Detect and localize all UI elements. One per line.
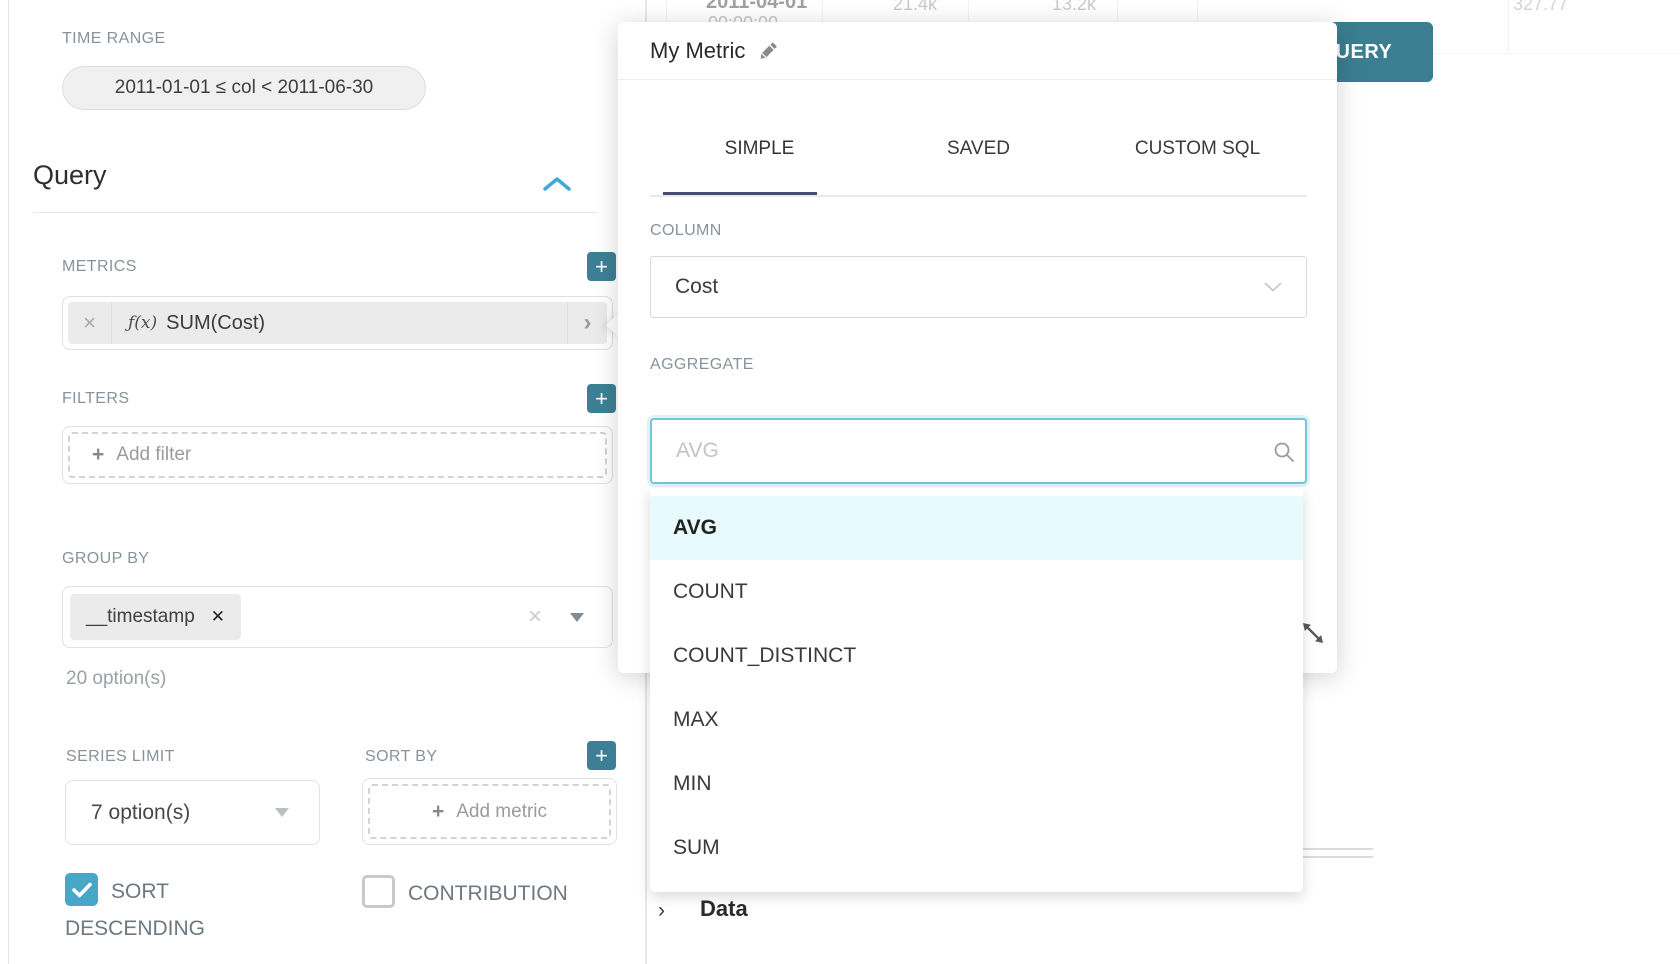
menu-option-sum[interactable]: SUM xyxy=(650,816,1303,880)
table-cell-border xyxy=(1508,0,1509,53)
group-by-select[interactable]: __timestamp ✕ × xyxy=(62,586,613,648)
add-filter-dropzone[interactable]: + Add filter xyxy=(68,432,607,478)
metrics-label: METRICS xyxy=(62,258,137,276)
contribution-checkbox[interactable] xyxy=(362,875,395,908)
popover-resize-icon[interactable] xyxy=(1300,620,1326,646)
metric-title: My Metric xyxy=(650,38,745,64)
add-sort-metric-placeholder: Add metric xyxy=(456,801,547,823)
chevron-down-icon xyxy=(1264,282,1282,292)
sort-descending-option: SORT DESCENDING xyxy=(65,873,240,947)
metric-name: SUM(Cost) xyxy=(166,312,265,335)
popover-header: My Metric xyxy=(618,22,1337,80)
metric-expand-chevron-icon[interactable]: › xyxy=(567,302,607,344)
remove-metric-icon[interactable]: × xyxy=(68,302,112,344)
metric-pill-body[interactable]: ƒ(x) SUM(Cost) xyxy=(112,302,567,344)
group-by-options-hint: 20 option(s) xyxy=(66,668,166,690)
collapse-section-chevron-up-icon[interactable] xyxy=(542,176,572,192)
menu-option-max[interactable]: MAX xyxy=(650,688,1303,752)
clear-select-icon[interactable]: × xyxy=(528,603,542,631)
aggregate-options-menu: AVG COUNT COUNT_DISTINCT MAX MIN SUM xyxy=(650,488,1303,892)
page-left-border xyxy=(8,0,9,964)
function-icon: ƒ(x) xyxy=(128,313,157,333)
contribution-label: CONTRIBUTION xyxy=(408,882,568,905)
edit-pencil-icon[interactable] xyxy=(757,40,779,62)
column-select-value: Cost xyxy=(675,275,718,299)
table-cell-value: 327.77 xyxy=(1513,0,1568,15)
add-filter-plus-button[interactable]: + xyxy=(587,384,616,413)
data-panel-title[interactable]: Data xyxy=(700,896,748,922)
aggregate-label: AGGREGATE xyxy=(650,356,754,374)
menu-option-count-distinct[interactable]: COUNT_DISTINCT xyxy=(650,624,1303,688)
query-section-title: Query xyxy=(33,160,107,191)
sort-by-label: SORT BY xyxy=(365,748,437,766)
add-sort-metric-dropzone[interactable]: + Add metric xyxy=(368,784,611,839)
group-by-label: GROUP BY xyxy=(62,550,149,568)
add-sort-metric-plus-button[interactable]: + xyxy=(587,741,616,770)
tab-simple[interactable]: SIMPLE xyxy=(650,138,869,160)
add-metric-plus-button[interactable]: + xyxy=(587,252,616,281)
select-caret-icon xyxy=(275,808,289,817)
series-limit-value: 7 option(s) xyxy=(66,801,190,825)
section-divider xyxy=(33,212,597,213)
tab-custom-sql[interactable]: CUSTOM SQL xyxy=(1088,138,1307,160)
column-label: COLUMN xyxy=(650,222,722,240)
tabs-baseline xyxy=(650,195,1307,197)
metrics-container: × ƒ(x) SUM(Cost) › xyxy=(62,296,613,350)
menu-option-min[interactable]: MIN xyxy=(650,752,1303,816)
column-select[interactable]: Cost xyxy=(650,256,1307,318)
select-caret-icon[interactable] xyxy=(570,613,584,622)
plus-icon: + xyxy=(92,443,104,467)
check-icon xyxy=(72,882,92,898)
sort-descending-checkbox[interactable] xyxy=(65,873,98,906)
tab-saved[interactable]: SAVED xyxy=(869,138,1088,160)
series-limit-select[interactable]: 7 option(s) xyxy=(65,780,320,845)
aggregate-input[interactable] xyxy=(650,418,1307,484)
group-by-tag-label: __timestamp xyxy=(86,606,195,628)
table-cell-value: 21.4k xyxy=(893,0,937,15)
contribution-option: CONTRIBUTION xyxy=(362,875,662,912)
menu-option-avg[interactable]: AVG xyxy=(650,496,1303,560)
metric-popover-tabs: SIMPLE SAVED CUSTOM SQL xyxy=(650,106,1307,198)
data-panel-expand-chevron[interactable]: › xyxy=(658,899,665,923)
add-filter-placeholder: Add filter xyxy=(116,444,191,466)
table-cell-value: 13.2k xyxy=(1052,0,1096,15)
time-range-label: TIME RANGE xyxy=(62,30,166,48)
sort-by-container: + Add metric xyxy=(362,778,617,845)
chart-builder-page: 2011-04-01 00:00:00 21.4k 13.2k 327.77 R… xyxy=(0,0,1680,964)
plus-icon: + xyxy=(432,800,444,824)
remove-tag-icon[interactable]: ✕ xyxy=(211,607,225,627)
search-icon xyxy=(1272,440,1296,464)
metric-pill[interactable]: × ƒ(x) SUM(Cost) › xyxy=(68,302,607,344)
table-cell-date: 2011-04-01 xyxy=(706,0,807,14)
filters-container: + Add filter xyxy=(62,426,613,484)
menu-option-count[interactable]: COUNT xyxy=(650,560,1303,624)
time-range-pill[interactable]: 2011-01-01 ≤ col < 2011-06-30 xyxy=(62,66,426,110)
filters-label: FILTERS xyxy=(62,390,129,408)
group-by-tag[interactable]: __timestamp ✕ xyxy=(70,594,241,640)
series-limit-label: SERIES LIMIT xyxy=(66,748,175,766)
